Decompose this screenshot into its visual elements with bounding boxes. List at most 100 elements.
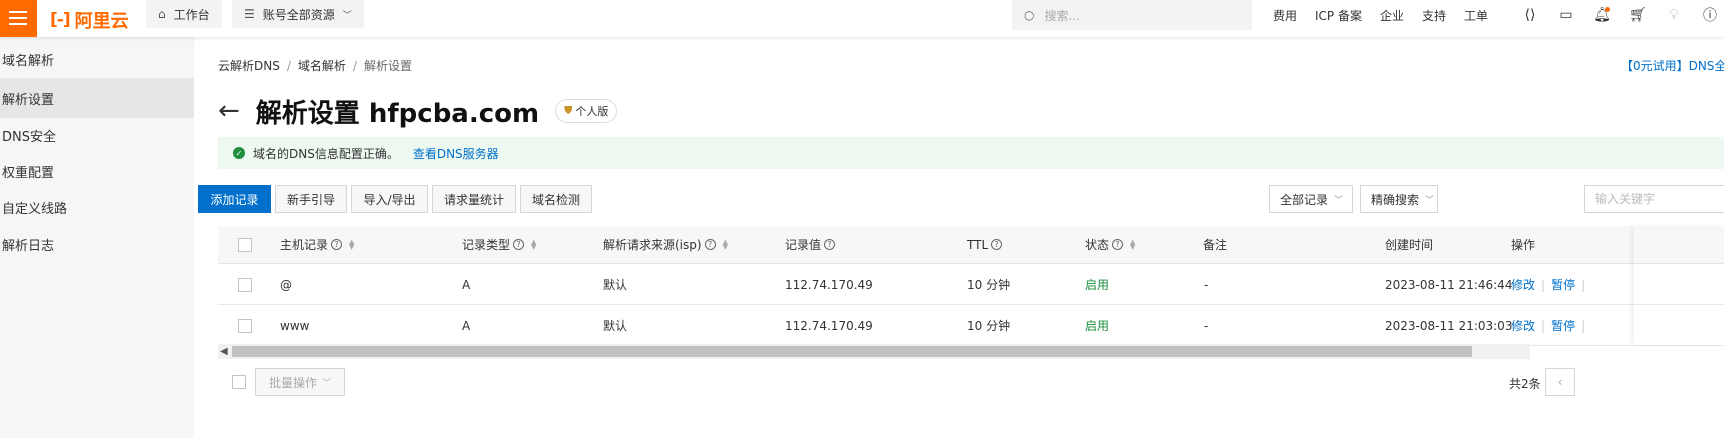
cell-status: 启用 — [1085, 278, 1110, 292]
sort-icon[interactable]: ▲ ▼ — [1130, 238, 1135, 250]
sidebar: 域名解析 解析设置 DNS安全 权重配置 自定义线路 解析日志 — [0, 37, 194, 438]
cart-icon[interactable]: 🛒︎ — [1620, 7, 1656, 23]
header-ttl: TTL ? — [967, 226, 1003, 263]
request-stats-button[interactable]: 请求量统计 — [432, 185, 516, 213]
row-checkbox[interactable] — [238, 306, 252, 345]
cell-ttl: 10 分钟 — [967, 278, 1011, 292]
help-circle-icon[interactable]: ? — [513, 239, 525, 250]
main-content: 云解析DNS / 域名解析 / 解析设置 【0元试用】DNS全 ← 解析设置 hfpcb… — [194, 37, 1724, 438]
cell-created: 2023-08-11 21:46:44 — [1385, 277, 1513, 292]
help-circle-icon[interactable]: ? — [824, 239, 836, 250]
breadcrumb-dns[interactable]: 云解析DNS — [218, 59, 280, 73]
sidebar-item-resolution-log[interactable]: 解析日志 — [0, 224, 194, 264]
header-host[interactable]: 主机记录 ? ▲ ▼ — [280, 226, 354, 263]
cell-value: 112.74.170.49 — [785, 318, 873, 333]
import-export-label: 导入/导出 — [363, 192, 416, 207]
top-bar: [-] 阿里云 ⌂ 工作台 ☰ 账号全部资源 ﹀ ○ 搜索... 费用 ICP … — [0, 0, 1724, 37]
cell-type: A — [462, 318, 471, 333]
help-icon[interactable]: ⓘ — [1692, 5, 1724, 25]
resource-selector[interactable]: ☰ 账号全部资源 ﹀ — [232, 0, 364, 28]
breadcrumb-domain-resolution[interactable]: 域名解析 — [298, 59, 346, 73]
checkbox[interactable] — [238, 237, 252, 252]
promo-link[interactable]: 【0元试用】DNS全 — [1621, 57, 1724, 74]
select-all-checkbox[interactable] — [238, 226, 252, 263]
header-type-label: 记录类型 — [462, 238, 511, 252]
header-source-label: 解析请求来源(isp) — [603, 238, 702, 252]
table-row: @ A 默认 112.74.170.49 10 分钟 启用 - 2023-08-… — [218, 265, 1724, 305]
bell-icon[interactable]: 🔔︎ — [1584, 7, 1620, 23]
dns-config-alert: ✓ 域名的DNS信息配置正确。 查看DNS服务器 — [218, 137, 1724, 169]
chevron-left-icon: ‹ — [1557, 375, 1563, 389]
lightbulb-icon[interactable]: 💡︎ — [1656, 7, 1692, 23]
link-icp[interactable]: ICP 备案 — [1315, 7, 1362, 24]
search-mode-select[interactable]: 精确搜索 ﹀ — [1360, 185, 1438, 213]
hamburger-menu-icon[interactable] — [0, 0, 37, 37]
help-circle-icon[interactable]: ? — [1112, 239, 1124, 250]
scrollbar-thumb[interactable] — [232, 346, 1472, 357]
code-icon[interactable]: ⟨⟩ — [1512, 7, 1548, 23]
import-export-button[interactable]: 导入/导出 — [351, 185, 428, 213]
check-circle-icon: ✓ — [233, 147, 245, 159]
workbench-label: 工作台 — [173, 7, 210, 22]
edition-badge: ⛊ 个人版 — [555, 99, 618, 123]
sort-icon[interactable]: ▲ ▼ — [723, 238, 728, 250]
domain-check-button[interactable]: 域名检测 — [520, 185, 592, 213]
alert-message: 域名的DNS信息配置正确。 — [253, 146, 399, 161]
row-checkbox[interactable] — [238, 265, 252, 304]
list-icon: ☰ — [244, 7, 255, 21]
guide-button[interactable]: 新手引导 — [275, 185, 347, 213]
home-icon: ⌂ — [158, 7, 166, 21]
edit-link[interactable]: 修改 — [1511, 317, 1535, 334]
help-circle-icon[interactable]: ? — [704, 239, 716, 250]
cell-ops: 修改 | 暂停 | — [1511, 306, 1591, 345]
sort-icon[interactable]: ▲ ▼ — [349, 238, 354, 250]
add-record-button[interactable]: 添加记录 — [198, 185, 271, 213]
keyword-search-input[interactable] — [1584, 185, 1724, 213]
header-status[interactable]: 状态 ? ▲ ▼ — [1085, 226, 1135, 263]
view-dns-servers-link[interactable]: 查看DNS服务器 — [413, 145, 499, 162]
workbench-button[interactable]: ⌂ 工作台 — [146, 0, 222, 28]
resource-selector-label: 账号全部资源 — [262, 7, 335, 22]
sidebar-item-weight-config[interactable]: 权重配置 — [0, 151, 194, 191]
sidebar-item-domain-resolution[interactable]: 域名解析 — [0, 39, 194, 79]
link-ticket[interactable]: 工单 — [1464, 7, 1488, 24]
record-filter-select[interactable]: 全部记录 ﹀ — [1269, 185, 1353, 213]
pager-prev-button[interactable]: ‹ — [1545, 368, 1575, 396]
scroll-left-arrow-icon[interactable]: ◀ — [220, 344, 228, 359]
link-billing[interactable]: 费用 — [1273, 7, 1297, 24]
header-ttl-label: TTL — [967, 237, 989, 252]
checkbox[interactable] — [232, 375, 246, 389]
sidebar-item-resolution-settings[interactable]: 解析设置 — [0, 78, 194, 118]
search-placeholder: 搜索... — [1044, 8, 1080, 23]
request-stats-label: 请求量统计 — [443, 192, 504, 207]
top-icon-bar: ⟨⟩ ▭ 🔔︎ 🛒︎ 💡︎ ⓘ — [1512, 0, 1724, 30]
pause-link[interactable]: 暂停 — [1551, 317, 1575, 334]
sort-icon[interactable]: ▲ ▼ — [531, 238, 536, 250]
aliyun-logo-icon: [-] — [50, 10, 71, 30]
link-enterprise[interactable]: 企业 — [1380, 7, 1404, 24]
aliyun-logo[interactable]: [-] 阿里云 — [50, 7, 129, 33]
global-search-input[interactable]: ○ 搜索... — [1012, 0, 1252, 30]
edit-link[interactable]: 修改 — [1511, 276, 1535, 293]
header-remark-label: 备注 — [1203, 238, 1228, 252]
header-source[interactable]: 解析请求来源(isp) ? ▲ ▼ — [603, 226, 728, 263]
link-support[interactable]: 支持 — [1422, 7, 1446, 24]
batch-operation-button[interactable]: 批量操作 ﹀ — [255, 368, 345, 396]
cell-remark: - — [1204, 318, 1209, 333]
table-horizontal-scrollbar[interactable]: ◀ — [218, 344, 1530, 359]
sidebar-item-dns-security[interactable]: DNS安全 — [0, 115, 194, 155]
header-type[interactable]: 记录类型 ? ▲ ▼ — [462, 226, 536, 263]
chevron-down-icon: ﹀ — [322, 378, 332, 389]
footer-select-all-checkbox[interactable] — [232, 375, 246, 392]
terminal-icon[interactable]: ▭ — [1548, 7, 1584, 23]
checkbox[interactable] — [238, 318, 252, 333]
sidebar-item-label: 自定义线路 — [2, 201, 68, 217]
back-arrow-icon[interactable]: ← — [218, 98, 240, 124]
help-circle-icon[interactable]: ? — [331, 239, 343, 250]
help-circle-icon[interactable]: ? — [991, 239, 1003, 250]
table-header: 主机记录 ? ▲ ▼ 记录类型 ? ▲ ▼ 解析请求来源(isp) ? ▲ ▼ 记录值… — [218, 226, 1724, 264]
header-ops-label: 操作 — [1511, 238, 1536, 252]
checkbox[interactable] — [238, 277, 252, 292]
pause-link[interactable]: 暂停 — [1551, 276, 1575, 293]
sidebar-item-custom-line[interactable]: 自定义线路 — [0, 187, 194, 227]
